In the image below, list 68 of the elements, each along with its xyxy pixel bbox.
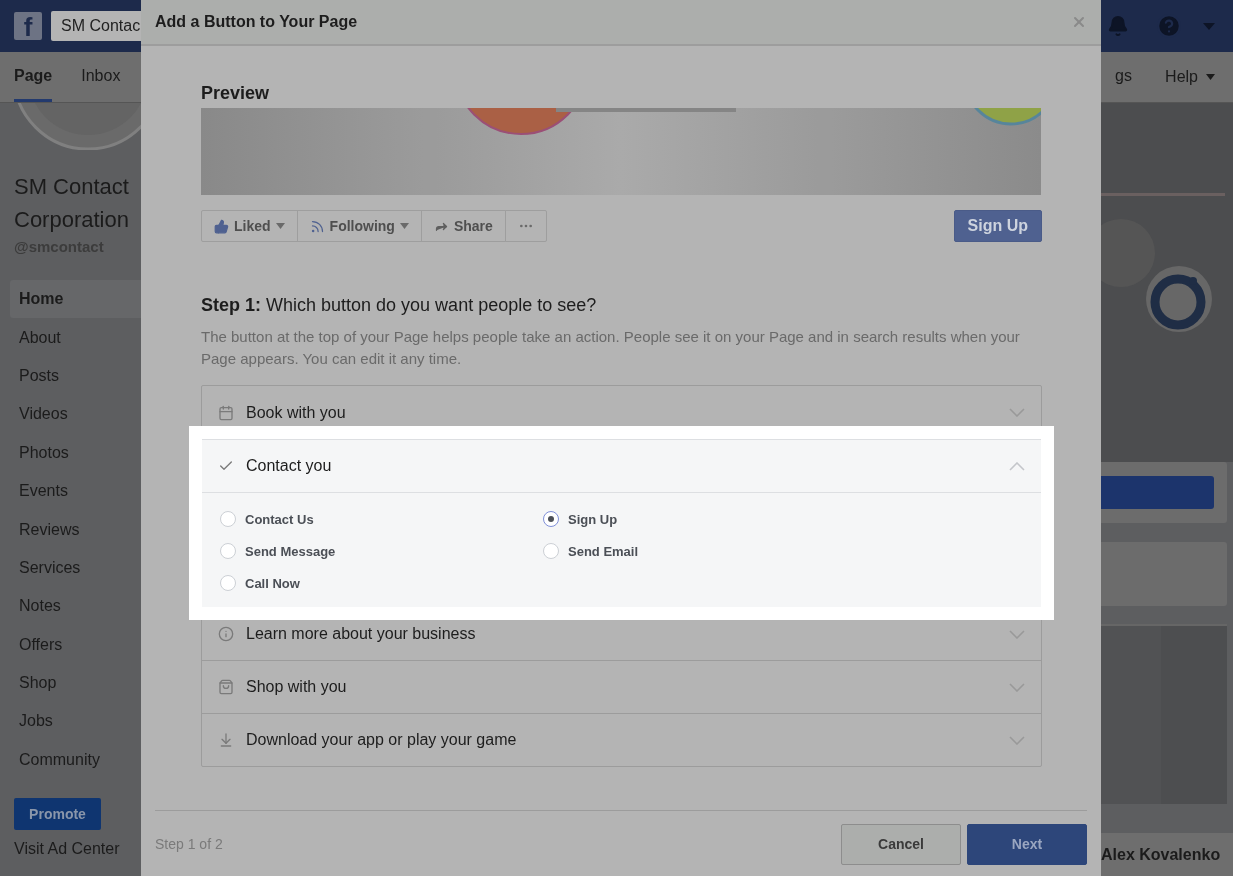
preview-label: Preview: [201, 82, 271, 104]
step-description: The button at the top of your Page helps people take an action. People see it on your Page and in search results when your Page appears. You can edit it any time.: [201, 327, 1021, 369]
sidebar-item[interactable]: Notes: [10, 587, 141, 626]
bell-icon[interactable]: [1107, 15, 1129, 37]
info-icon: [218, 626, 234, 642]
caret-icon: [275, 223, 285, 229]
radio-button[interactable]: [543, 543, 559, 559]
shopping-bag-icon: [218, 679, 234, 695]
sidebar-item[interactable]: Community: [10, 740, 141, 780]
chevron-icon: [1009, 735, 1025, 745]
share-button[interactable]: Share: [420, 210, 506, 242]
follow-button[interactable]: Following: [296, 210, 422, 242]
help-icon[interactable]: [1156, 13, 1182, 39]
user-name[interactable]: Alex Kovalenko: [1101, 833, 1233, 876]
radio-button[interactable]: [220, 543, 236, 559]
radio-button[interactable]: [220, 511, 236, 527]
radio-option[interactable]: Sign Up: [543, 503, 1023, 535]
promote-button[interactable]: Promote: [14, 798, 101, 831]
caret-icon: [1206, 74, 1215, 80]
category-header[interactable]: Download your app or play your game: [202, 714, 1041, 766]
page-tab[interactable]: gs: [1115, 52, 1132, 102]
chevron-icon: [1009, 682, 1025, 692]
sidebar-item[interactable]: Posts: [10, 356, 141, 396]
search-field[interactable]: SM Contac: [51, 11, 141, 41]
cancel-button[interactable]: Cancel: [841, 823, 961, 865]
radio-button[interactable]: [543, 511, 559, 527]
calendar-icon: [218, 404, 234, 421]
radio-option[interactable]: Send Message: [220, 535, 543, 567]
page-tab[interactable]: Inbox: [81, 52, 121, 102]
chevron-icon: [1009, 461, 1025, 471]
download-icon: [218, 732, 234, 748]
help-menu[interactable]: Help: [1165, 52, 1215, 102]
sidebar-item[interactable]: Events: [10, 471, 141, 511]
facebook-logo[interactable]: f: [14, 12, 42, 40]
sidebar-item[interactable]: Videos: [10, 395, 141, 434]
rss-icon: [309, 218, 325, 234]
category-header[interactable]: Shop with you: [202, 661, 1041, 713]
dialog-title: Add a Button to Your Page: [155, 13, 358, 31]
thumbs-up-icon: [214, 218, 229, 234]
step-heading: Step 1: Which button do you want people to see?: [201, 294, 598, 316]
sidebar-item[interactable]: Photos: [10, 433, 141, 472]
action-button[interactable]: [1101, 476, 1214, 509]
radio-option[interactable]: Send Email: [543, 535, 1023, 567]
category-header[interactable]: Learn more about your business: [202, 608, 1041, 660]
caret-icon: [399, 223, 409, 229]
more-button[interactable]: [504, 210, 547, 242]
category-header[interactable]: Contact you: [202, 440, 1041, 492]
sidebar-item[interactable]: Services: [10, 548, 141, 588]
sidebar-item[interactable]: Home: [10, 280, 141, 319]
radio-option[interactable]: Contact Us: [220, 503, 543, 535]
sign-up-button[interactable]: Sign Up: [953, 210, 1042, 242]
chevron-icon: [1009, 629, 1025, 639]
next-button[interactable]: Next: [967, 823, 1087, 865]
chevron-icon: [1009, 408, 1025, 417]
caret-icon[interactable]: [1203, 22, 1215, 30]
step-counter: Step 1 of 2: [155, 836, 223, 852]
close-icon[interactable]: [1071, 14, 1087, 30]
category-header[interactable]: Book with you: [202, 386, 1041, 439]
ad-center-link[interactable]: Visit Ad Center: [14, 840, 141, 859]
radio-button[interactable]: [220, 575, 236, 591]
sidebar-item[interactable]: Reviews: [10, 510, 141, 549]
page-name: SM Contact Corporation: [13, 173, 130, 234]
like-button[interactable]: Liked: [201, 210, 298, 242]
sidebar-item[interactable]: About: [10, 318, 141, 357]
radio-option[interactable]: Call Now: [220, 567, 543, 599]
sidebar-item[interactable]: Offers: [10, 625, 141, 664]
sidebar-item[interactable]: Shop: [10, 663, 141, 703]
sidebar-item[interactable]: Jobs: [10, 702, 141, 741]
